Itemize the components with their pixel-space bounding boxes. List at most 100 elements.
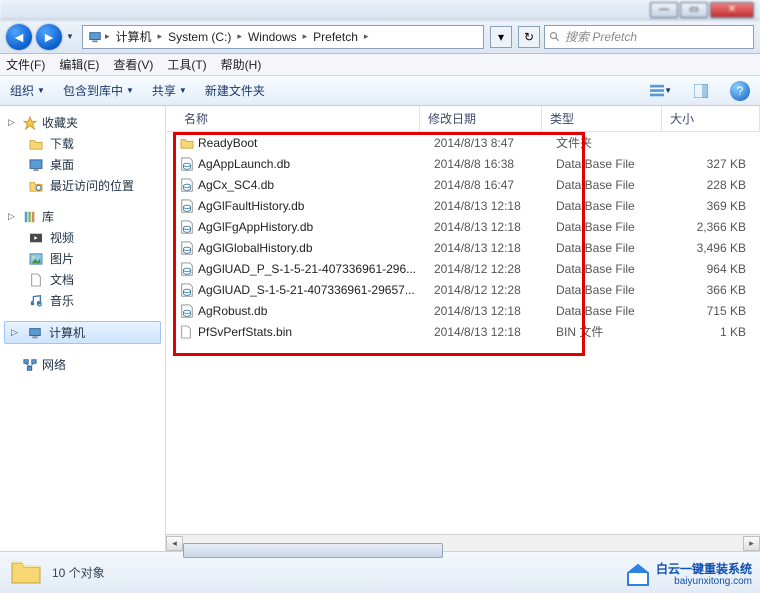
- share-button[interactable]: 共享 ▼: [152, 82, 187, 99]
- chevron-right-icon[interactable]: ▸: [237, 31, 242, 42]
- computer-icon: [87, 29, 103, 45]
- breadcrumb-prefetch[interactable]: Prefetch: [309, 30, 362, 44]
- file-row[interactable]: AgGlUAD_P_S-1-5-21-407336961-296...2014/…: [166, 258, 760, 279]
- menu-edit[interactable]: 编辑(E): [59, 56, 99, 73]
- newfolder-button[interactable]: 新建文件夹: [205, 82, 265, 99]
- close-button[interactable]: ✕: [710, 2, 754, 18]
- sidebar-item-videos[interactable]: 视频: [0, 227, 165, 248]
- navigation-pane: ▷ 收藏夹 下载 桌面 最近访问的位置 ▷ 库 视频 图片 文档 音乐 ▷ 计算…: [0, 106, 166, 551]
- nav-bar: ◄ ► ▼ ▸ 计算机 ▸ System (C:) ▸ Windows ▸ Pr…: [0, 20, 760, 54]
- file-date: 2014/8/13 12:18: [434, 304, 556, 318]
- sidebar-item-desktop[interactable]: 桌面: [0, 154, 165, 175]
- sidebar-item-music[interactable]: 音乐: [0, 290, 165, 311]
- menu-view[interactable]: 查看(V): [113, 56, 153, 73]
- horizontal-scrollbar[interactable]: ◂ ▸: [166, 534, 760, 551]
- watermark-text1: 白云一键重装系统: [656, 562, 752, 576]
- file-name: AgGlFaultHistory.db: [198, 199, 434, 213]
- column-date[interactable]: 修改日期: [420, 106, 542, 131]
- sidebar-item-downloads[interactable]: 下载: [0, 133, 165, 154]
- column-type[interactable]: 类型: [542, 106, 662, 131]
- file-row[interactable]: AgAppLaunch.db2014/8/8 16:38Data Base Fi…: [166, 153, 760, 174]
- column-headers: 名称 修改日期 类型 大小: [166, 106, 760, 132]
- sidebar-item-computer[interactable]: ▷ 计算机: [4, 321, 161, 344]
- file-row[interactable]: ReadyBoot2014/8/13 8:47文件夹: [166, 132, 760, 153]
- back-button[interactable]: ◄: [6, 24, 32, 50]
- sidebar-network[interactable]: ▷ 网络: [0, 354, 165, 375]
- file-date: 2014/8/13 8:47: [434, 136, 556, 150]
- file-size: 369 KB: [676, 199, 746, 213]
- file-row[interactable]: PfSvPerfStats.bin2014/8/13 12:18BIN 文件1 …: [166, 321, 760, 342]
- menu-bar: 文件(F) 编辑(E) 查看(V) 工具(T) 帮助(H): [0, 54, 760, 76]
- file-name: AgGlUAD_P_S-1-5-21-407336961-296...: [198, 262, 434, 276]
- organize-button[interactable]: 组织 ▼: [10, 82, 45, 99]
- breadcrumb-drive[interactable]: System (C:): [164, 30, 235, 44]
- maximize-button[interactable]: ▭: [680, 2, 708, 18]
- scroll-left-button[interactable]: ◂: [166, 536, 183, 551]
- file-type: Data Base File: [556, 199, 676, 213]
- command-bar: 组织 ▼ 包含到库中 ▼ 共享 ▼ 新建文件夹 ▼ ?: [0, 76, 760, 106]
- library-icon: [22, 209, 38, 225]
- chevron-right-icon[interactable]: ▸: [364, 31, 369, 42]
- file-name: AgGlUAD_S-1-5-21-407336961-29657...: [198, 283, 434, 297]
- include-button[interactable]: 包含到库中 ▼: [63, 82, 134, 99]
- file-type: 文件夹: [556, 134, 676, 151]
- watermark: 白云一键重装系统 baiyunxitong.com: [624, 561, 752, 589]
- breadcrumb-computer[interactable]: 计算机: [112, 28, 156, 45]
- address-bar[interactable]: ▸ 计算机 ▸ System (C:) ▸ Windows ▸ Prefetch…: [82, 25, 484, 49]
- star-icon: [22, 115, 38, 131]
- menu-file[interactable]: 文件(F): [6, 56, 45, 73]
- file-size: 2,366 KB: [676, 220, 746, 234]
- forward-button[interactable]: ►: [36, 24, 62, 50]
- db-icon: [180, 220, 198, 234]
- recent-icon: [28, 178, 44, 194]
- column-size[interactable]: 大小: [662, 106, 760, 131]
- menu-help[interactable]: 帮助(H): [221, 56, 262, 73]
- folder-icon: [10, 557, 42, 589]
- file-size: 1 KB: [676, 325, 746, 339]
- search-input[interactable]: 搜索 Prefetch: [544, 25, 754, 49]
- file-name: AgRobust.db: [198, 304, 434, 318]
- file-date: 2014/8/8 16:38: [434, 157, 556, 171]
- help-button[interactable]: ?: [730, 81, 750, 101]
- file-row[interactable]: AgRobust.db2014/8/13 12:18Data Base File…: [166, 300, 760, 321]
- file-type: Data Base File: [556, 283, 676, 297]
- db-icon: [180, 241, 198, 255]
- sidebar-favorites-label: 收藏夹: [42, 114, 78, 131]
- breadcrumb-windows[interactable]: Windows: [244, 30, 301, 44]
- file-size: 327 KB: [676, 157, 746, 171]
- chevron-right-icon[interactable]: ▸: [158, 31, 163, 42]
- sidebar-computer-label: 计算机: [49, 324, 85, 341]
- sidebar-item-pictures[interactable]: 图片: [0, 248, 165, 269]
- file-row[interactable]: AgGlGlobalHistory.db2014/8/13 12:18Data …: [166, 237, 760, 258]
- sidebar-item-recent[interactable]: 最近访问的位置: [0, 175, 165, 196]
- file-row[interactable]: AgGlFaultHistory.db2014/8/13 12:18Data B…: [166, 195, 760, 216]
- chevron-right-icon[interactable]: ▸: [105, 31, 110, 42]
- column-name[interactable]: 名称: [166, 106, 420, 131]
- chevron-right-icon: ▷: [8, 211, 18, 222]
- file-date: 2014/8/13 12:18: [434, 325, 556, 339]
- scroll-right-button[interactable]: ▸: [743, 536, 760, 551]
- sidebar-item-documents[interactable]: 文档: [0, 269, 165, 290]
- sidebar-libraries[interactable]: ▷ 库: [0, 206, 165, 227]
- scroll-thumb[interactable]: [183, 543, 443, 558]
- view-mode-button[interactable]: ▼: [650, 84, 672, 98]
- file-list: ReadyBoot2014/8/13 8:47文件夹AgAppLaunch.db…: [166, 132, 760, 534]
- main-area: ▷ 收藏夹 下载 桌面 最近访问的位置 ▷ 库 视频 图片 文档 音乐 ▷ 计算…: [0, 106, 760, 551]
- minimize-button[interactable]: —: [650, 2, 678, 18]
- file-row[interactable]: AgGlUAD_S-1-5-21-407336961-29657...2014/…: [166, 279, 760, 300]
- go-dropdown[interactable]: ▾: [490, 26, 512, 48]
- file-row[interactable]: AgCx_SC4.db2014/8/8 16:47Data Base File2…: [166, 174, 760, 195]
- refresh-button[interactable]: ↻: [518, 26, 540, 48]
- sidebar-favorites[interactable]: ▷ 收藏夹: [0, 112, 165, 133]
- sidebar-network-label: 网络: [42, 356, 66, 373]
- db-icon: [180, 199, 198, 213]
- desktop-icon: [28, 157, 44, 173]
- chevron-right-icon[interactable]: ▸: [303, 31, 308, 42]
- file-date: 2014/8/12 12:28: [434, 283, 556, 297]
- file-name: AgAppLaunch.db: [198, 157, 434, 171]
- db-icon: [180, 178, 198, 192]
- history-dropdown[interactable]: ▼: [66, 32, 78, 41]
- menu-tools[interactable]: 工具(T): [167, 56, 206, 73]
- file-row[interactable]: AgGlFgAppHistory.db2014/8/13 12:18Data B…: [166, 216, 760, 237]
- preview-pane-button[interactable]: [690, 84, 712, 98]
